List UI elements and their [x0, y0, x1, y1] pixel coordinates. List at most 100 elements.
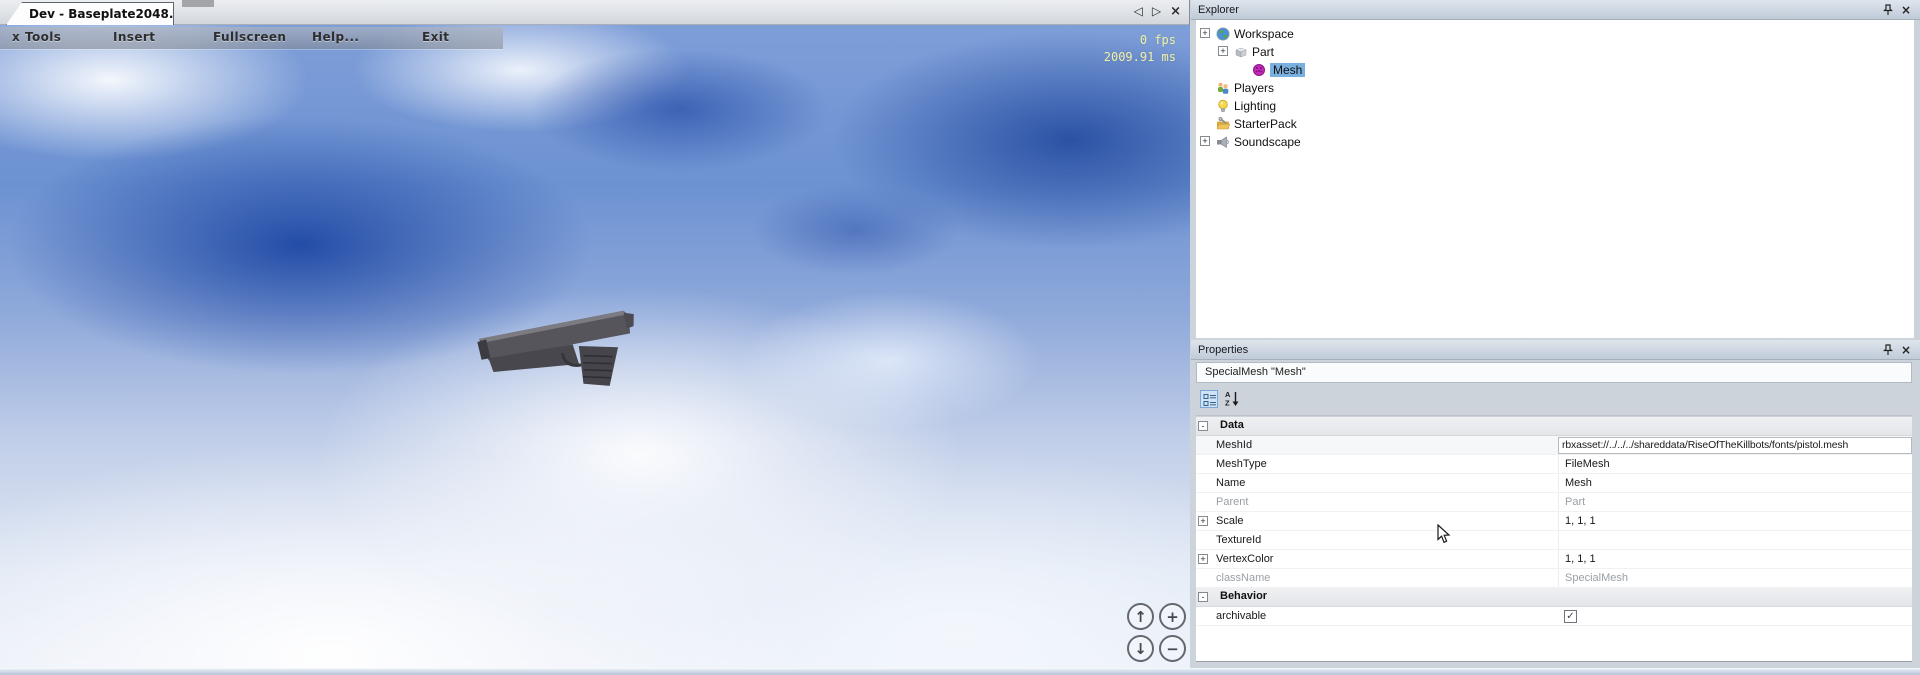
- prop-row-name[interactable]: Name Mesh: [1196, 474, 1912, 493]
- explorer-tree: + Workspace + Part: [1196, 20, 1914, 338]
- tree-item-label[interactable]: Players: [1234, 81, 1274, 95]
- pistol-mesh-object[interactable]: [475, 299, 653, 399]
- prop-row-textureid[interactable]: TextureId: [1196, 531, 1912, 550]
- expand-plus-icon[interactable]: +: [1200, 28, 1210, 38]
- menu-item-exit[interactable]: Exit: [422, 30, 449, 44]
- tree-item-label[interactable]: Workspace: [1234, 27, 1294, 41]
- fps-counter: 0 fps: [1104, 32, 1176, 49]
- viewport-tab-bar: Dev - Baseplate2048.rbxl ◁ ▷ ×: [0, 0, 1189, 25]
- properties-panel-header: Properties ×: [1191, 340, 1920, 360]
- game-menu-bar: x Tools Insert Fullscreen Help... Exit: [0, 27, 503, 49]
- properties-toolbar: A Z: [1196, 385, 1912, 416]
- prop-value-meshid[interactable]: rbxasset://../../../shareddata/RiseOfThe…: [1558, 437, 1912, 454]
- tab-controls: ◁ ▷ ×: [1134, 4, 1181, 19]
- tree-item-lighting[interactable]: Lighting: [1196, 97, 1914, 115]
- prop-row-scale[interactable]: + Scale 1, 1, 1: [1196, 512, 1912, 531]
- tree-item-label[interactable]: Lighting: [1234, 99, 1276, 113]
- starterpack-icon: [1216, 117, 1230, 131]
- tree-item-label[interactable]: Soundscape: [1234, 135, 1301, 149]
- prop-row-classname: className SpecialMesh: [1196, 569, 1912, 588]
- categorized-view-button[interactable]: [1200, 390, 1218, 408]
- part-icon: [1234, 45, 1248, 59]
- categorized-view-icon: [1203, 393, 1217, 407]
- prop-value-scale[interactable]: 1, 1, 1: [1558, 512, 1912, 530]
- tab-next-icon[interactable]: ▷: [1152, 4, 1161, 19]
- tree-item-players[interactable]: Players: [1196, 79, 1914, 97]
- prop-name: Scale: [1216, 515, 1244, 527]
- prop-row-vertexcolor[interactable]: + VertexColor 1, 1, 1: [1196, 550, 1912, 569]
- tree-item-label[interactable]: StarterPack: [1234, 117, 1297, 131]
- prop-value-meshtype[interactable]: FileMesh: [1558, 455, 1912, 473]
- collapse-minus-icon[interactable]: -: [1198, 592, 1208, 602]
- selected-object-header: SpecialMesh "Mesh": [1196, 362, 1912, 383]
- players-icon: [1216, 81, 1230, 95]
- properties-pin-icon[interactable]: [1881, 343, 1895, 357]
- menu-item-insert[interactable]: Insert: [113, 30, 155, 44]
- tree-item-part[interactable]: + Part: [1196, 43, 1914, 61]
- zoom-out-button[interactable]: −: [1159, 635, 1186, 662]
- explorer-title: Explorer: [1198, 4, 1239, 16]
- properties-grid: - Data MeshId rbxasset://../../../shared…: [1196, 417, 1912, 662]
- tree-item-workspace[interactable]: + Workspace: [1196, 25, 1914, 43]
- explorer-close-icon[interactable]: ×: [1899, 3, 1913, 17]
- prop-name: Parent: [1216, 496, 1248, 508]
- menu-item-help[interactable]: Help...: [312, 30, 359, 44]
- section-label: Data: [1220, 419, 1244, 431]
- tree-item-mesh[interactable]: Mesh: [1196, 61, 1914, 79]
- status-bar: [0, 668, 1920, 675]
- prop-row-meshtype[interactable]: MeshType FileMesh: [1196, 455, 1912, 474]
- section-header-behavior[interactable]: - Behavior: [1196, 588, 1912, 607]
- 3d-scene-sky[interactable]: x Tools Insert Fullscreen Help... Exit 0…: [0, 25, 1190, 668]
- prop-row-meshid[interactable]: MeshId rbxasset://../../../shareddata/Ri…: [1196, 436, 1912, 455]
- prop-name: VertexColor: [1216, 553, 1273, 565]
- tree-item-soundscape[interactable]: + Soundscape: [1196, 133, 1914, 151]
- menu-item-fullscreen[interactable]: Fullscreen: [213, 30, 286, 44]
- soundscape-icon: [1216, 135, 1230, 149]
- prop-name: archivable: [1216, 610, 1266, 622]
- tree-item-label-selected[interactable]: Mesh: [1270, 63, 1305, 77]
- menu-close-x[interactable]: x: [12, 30, 20, 44]
- section-header-data[interactable]: - Data: [1196, 417, 1912, 436]
- alphabetical-sort-button[interactable]: A Z: [1224, 390, 1242, 408]
- zoom-in-button[interactable]: +: [1159, 603, 1186, 630]
- expand-plus-icon[interactable]: +: [1198, 554, 1208, 564]
- workspace-icon: [1216, 27, 1230, 41]
- frame-time: 2009.91 ms: [1104, 49, 1176, 66]
- prop-value-parent: Part: [1558, 493, 1912, 511]
- prop-name: className: [1216, 572, 1270, 584]
- properties-close-icon[interactable]: ×: [1899, 343, 1913, 357]
- prop-name: MeshId: [1216, 439, 1252, 451]
- collapse-minus-icon[interactable]: -: [1198, 421, 1208, 431]
- lighting-icon: [1216, 99, 1230, 113]
- tree-item-starterpack[interactable]: StarterPack: [1196, 115, 1914, 133]
- 3d-viewport-window: Dev - Baseplate2048.rbxl ◁ ▷ × x Tools I…: [0, 0, 1190, 668]
- expand-plus-icon[interactable]: +: [1218, 46, 1228, 56]
- prop-name: TextureId: [1216, 534, 1261, 546]
- explorer-pin-icon[interactable]: [1881, 3, 1895, 17]
- prop-value-name[interactable]: Mesh: [1558, 474, 1912, 492]
- prop-name: MeshType: [1216, 458, 1267, 470]
- tab-prev-icon[interactable]: ◁: [1134, 4, 1143, 19]
- mesh-icon: [1252, 63, 1266, 77]
- az-sort-icon: A Z: [1224, 390, 1240, 407]
- expand-plus-icon[interactable]: +: [1200, 136, 1210, 146]
- svg-text:Z: Z: [1225, 399, 1230, 408]
- section-label: Behavior: [1220, 590, 1267, 602]
- menu-item-tools[interactable]: Tools: [25, 30, 61, 44]
- properties-title: Properties: [1198, 344, 1248, 356]
- expand-plus-icon[interactable]: +: [1198, 516, 1208, 526]
- prop-row-archivable[interactable]: archivable ✓: [1196, 607, 1912, 626]
- archivable-checkbox[interactable]: ✓: [1564, 610, 1577, 623]
- tab-close-icon[interactable]: ×: [1170, 4, 1181, 19]
- document-tab[interactable]: Dev - Baseplate2048.rbxl: [6, 2, 174, 25]
- prop-value-classname: SpecialMesh: [1558, 569, 1912, 587]
- tilt-up-button[interactable]: ↑: [1127, 603, 1154, 630]
- performance-stats: 0 fps 2009.91 ms: [1104, 32, 1176, 66]
- mouse-cursor: [1437, 524, 1451, 544]
- tree-item-label[interactable]: Part: [1252, 45, 1274, 59]
- prop-value-textureid[interactable]: [1558, 531, 1912, 549]
- prop-value-vertexcolor[interactable]: 1, 1, 1: [1558, 550, 1912, 568]
- tilt-down-button[interactable]: ↓: [1127, 635, 1154, 662]
- prop-name: Name: [1216, 477, 1245, 489]
- tab-bar-notch: [182, 0, 214, 7]
